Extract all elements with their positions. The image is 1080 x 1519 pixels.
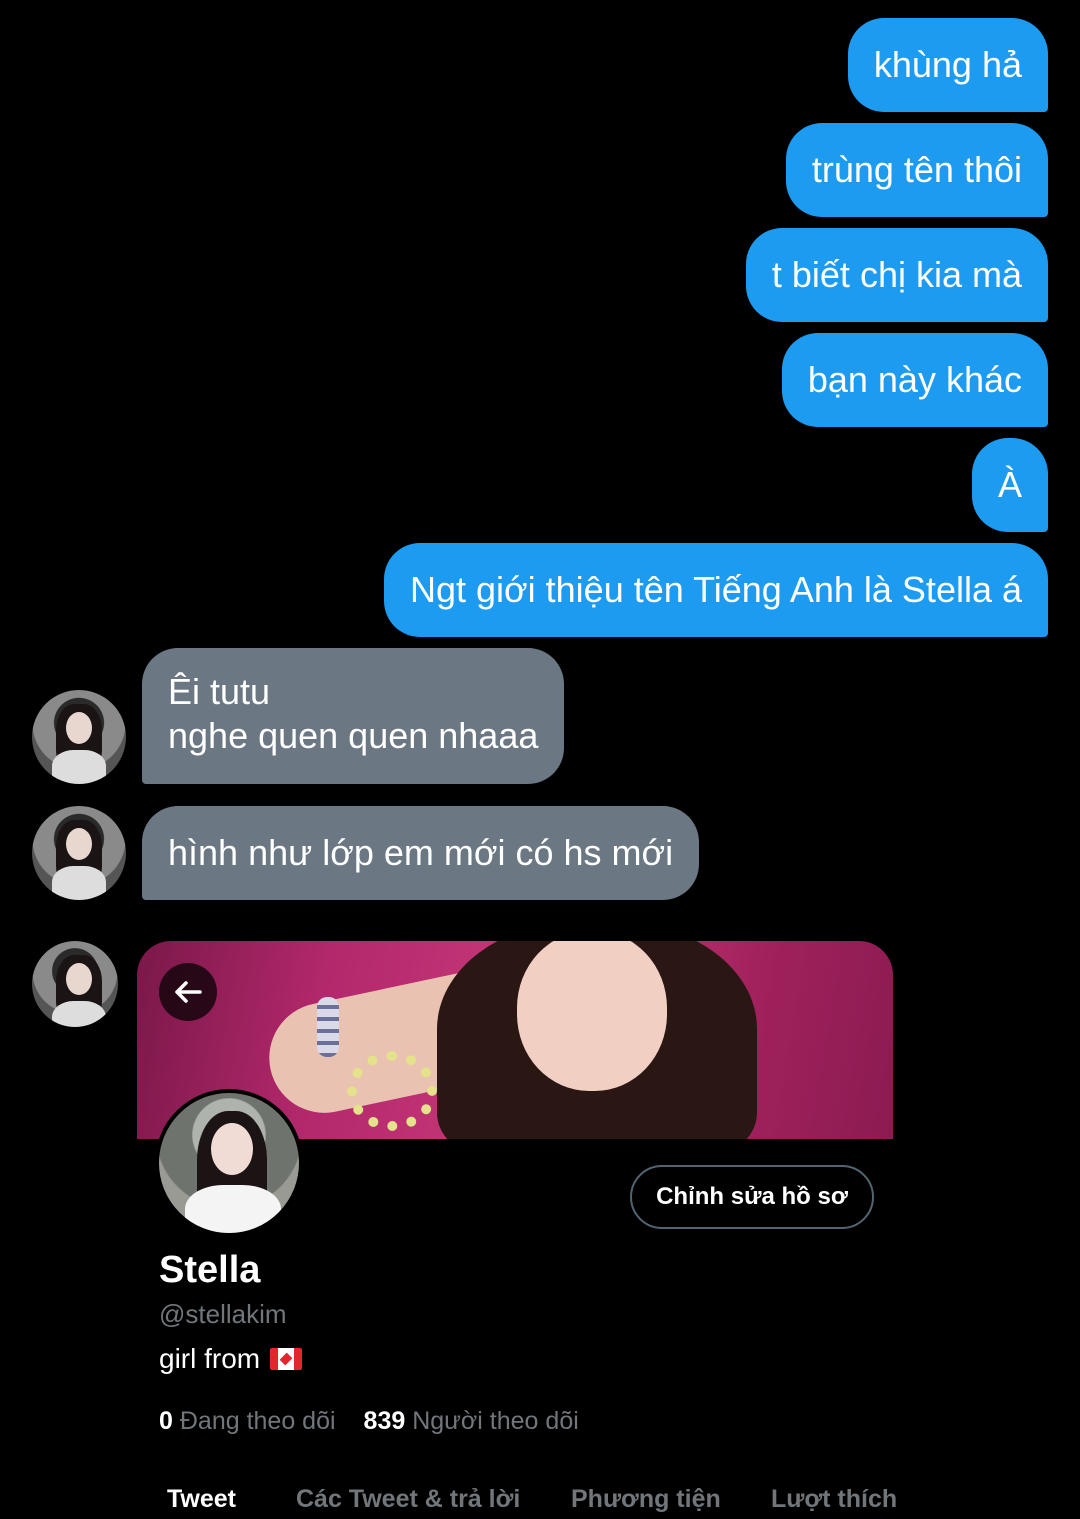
following-count: 0 [159,1407,173,1435]
sent-message[interactable]: bạn này khác [781,333,1048,427]
sender-avatar[interactable] [32,690,126,784]
tab-media[interactable]: Phương tiện [571,1485,721,1514]
profile-tabs: Tweet Các Tweet & trả lời Phương tiện Lư… [137,1485,937,1519]
following-stat[interactable]: 0 Đang theo dõi [159,1407,336,1436]
profile-handle: @stellakim [159,1299,287,1329]
profile-name: Stella [159,1249,261,1291]
bio-text: girl from [159,1343,261,1374]
sent-message[interactable]: khùng hả [847,18,1048,112]
dm-conversation: khùng hả trùng tên thôi t biết chị kia m… [0,0,1080,1519]
sent-message[interactable]: t biết chị kia mà [745,228,1048,322]
received-message[interactable]: hình như lớp em mới có hs mới [142,806,700,900]
tab-tweets-replies[interactable]: Các Tweet & trả lời [296,1485,520,1514]
sender-avatar[interactable] [32,941,118,1027]
profile-bio: girl from [159,1343,303,1375]
following-label: Đang theo dõi [179,1407,336,1435]
edit-profile-button[interactable]: Chỉnh sửa hồ sơ [630,1165,874,1229]
followers-label: Người theo dõi [412,1407,579,1435]
message-line: hình như lớp em mới có hs mới [168,832,674,873]
sent-message[interactable]: Ngt giới thiệu tên Tiếng Anh là Stella á [384,543,1048,637]
sent-message[interactable]: À [971,438,1048,532]
tab-tweets[interactable]: Tweet [167,1485,236,1514]
profile-stats: 0 Đang theo dõi 839 Người theo dõi [159,1407,579,1436]
sent-message[interactable]: trùng tên thôi [785,123,1048,217]
followers-stat[interactable]: 839 Người theo dõi [364,1407,579,1436]
message-line: Êi tutu [168,671,271,712]
followers-count: 839 [363,1407,406,1435]
profile-card-screenshot[interactable]: Chỉnh sửa hồ sơ Stella @stellakim girl f… [137,941,897,1519]
received-message[interactable]: Êi tutu nghe quen quen nhaaa [142,648,565,784]
canada-flag-icon [270,1348,303,1370]
tab-likes[interactable]: Lượt thích [771,1485,897,1514]
message-line: nghe quen quen nhaaa [168,715,539,756]
sender-avatar[interactable] [32,806,126,900]
profile-avatar [155,1089,303,1237]
arrow-left-icon[interactable] [159,963,217,1021]
